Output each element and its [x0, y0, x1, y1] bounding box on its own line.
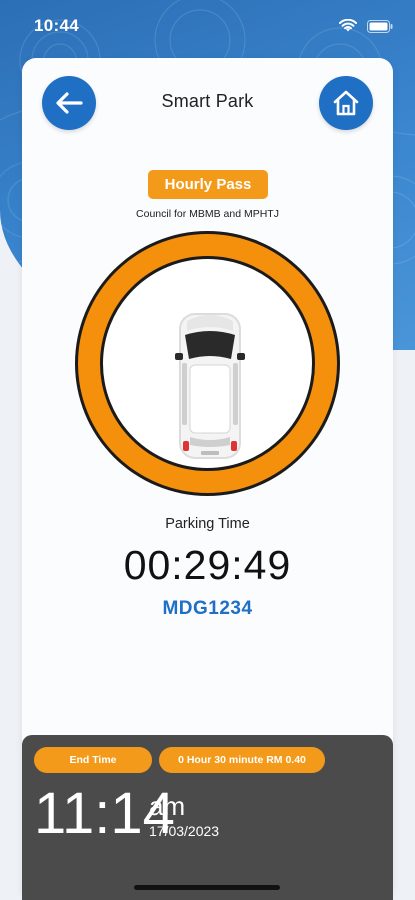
- home-button[interactable]: [319, 76, 373, 130]
- end-date: 17/03/2023: [149, 823, 220, 839]
- end-time-chip: End Time: [34, 747, 152, 773]
- battery-icon: [367, 19, 393, 33]
- wifi-icon: [339, 19, 357, 32]
- end-time-panel: End Time 0 Hour 30 minute RM 0.40 11:14 …: [22, 735, 393, 900]
- status-icons: [339, 19, 393, 33]
- council-name: Council for MBMB and MPHTJ: [136, 208, 279, 220]
- timer-progress-ring: [78, 234, 337, 493]
- parking-time-label: Parking Time: [165, 516, 250, 532]
- vehicle-plate: MDG1234: [162, 598, 253, 619]
- car-top-view-icon: [175, 313, 245, 459]
- end-time-ampm: am: [149, 791, 186, 821]
- status-time: 10:44: [34, 16, 79, 35]
- home-indicator[interactable]: [134, 885, 280, 890]
- pass-type-badge: Hourly Pass: [148, 170, 268, 199]
- rate-chip: 0 Hour 30 minute RM 0.40: [159, 747, 325, 773]
- status-bar: 10:44: [0, 0, 415, 52]
- parking-time-value: 00:29:49: [123, 542, 292, 588]
- parking-timer-ring: [75, 231, 340, 496]
- home-icon: [333, 90, 359, 116]
- timer-center: [100, 256, 315, 471]
